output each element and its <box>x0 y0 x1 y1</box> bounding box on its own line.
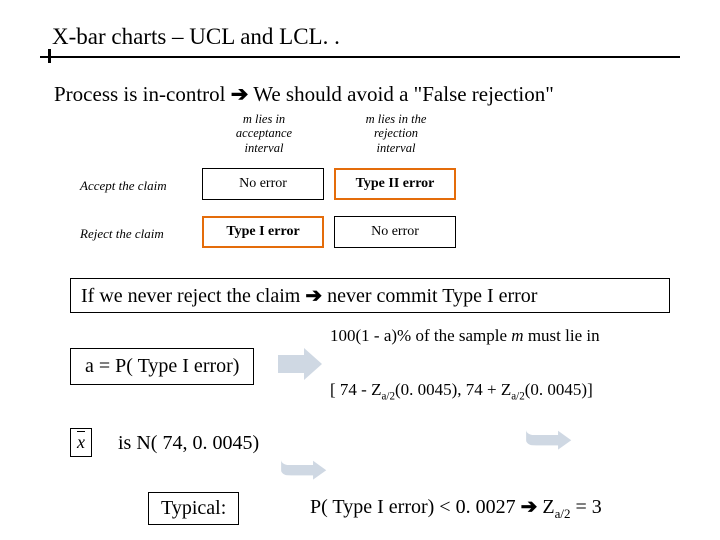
arrow-right-icon: ➔ <box>231 83 249 106</box>
title-tick <box>48 49 51 63</box>
cell-no-error-1: No error <box>202 168 324 200</box>
curved-arrow-icon: ➥ <box>278 444 330 495</box>
cell-type2: Type II error <box>334 168 456 200</box>
statement-never-reject: If we never reject the claim ➔ never com… <box>70 278 670 313</box>
title-underline <box>40 56 680 58</box>
page-title: X-bar charts – UCL and LCL. . <box>52 24 340 50</box>
sample-fraction-line: 100(1 - a)% of the sample m must lie in <box>330 326 600 346</box>
subheading: Process is in-control ➔ We should avoid … <box>54 82 554 107</box>
row-header-2: Reject the claim <box>80 226 164 242</box>
cell-type1: Type I error <box>202 216 324 248</box>
curved-arrow-icon: ➥ <box>523 414 575 465</box>
col-header-2: m lies in the rejection interval <box>351 112 441 155</box>
distribution-line: is N( 74, 0. 0045) <box>118 432 259 455</box>
typical-label: Typical: <box>148 492 239 525</box>
confidence-interval: [ 74 - Za/2(0. 0045), 74 + Za/2(0. 0045)… <box>330 380 593 402</box>
x-bar-symbol: x <box>70 428 92 457</box>
typical-inequality: P( Type I error) < 0. 0027 ➔ Za/2 = 3 <box>310 494 602 522</box>
row-header-1: Accept the claim <box>80 178 167 194</box>
arrow-right-icon: ➔ <box>305 285 322 307</box>
arrow-right-icon: ➔ <box>521 496 538 518</box>
subhead-left: Process is in-control <box>54 82 231 106</box>
block-arrow-right-icon <box>278 348 322 380</box>
cell-no-error-2: No error <box>334 216 456 248</box>
subhead-right: We should avoid a "False rejection" <box>248 82 554 106</box>
alpha-definition: a = P( Type I error) <box>70 348 254 385</box>
col-header-1: m lies in acceptance interval <box>219 112 309 155</box>
